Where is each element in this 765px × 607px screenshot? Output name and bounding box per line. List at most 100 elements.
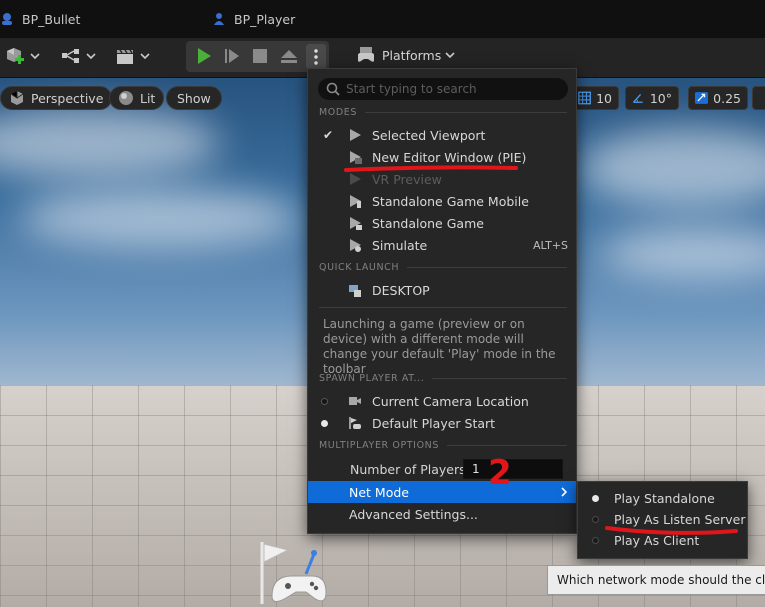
number-of-players-label: Number of Players: [350, 461, 466, 477]
mode-label: Standalone Game Mobile: [372, 193, 529, 209]
section-multiplayer: MULTIPLAYER OPTIONS: [319, 440, 567, 451]
mode-simulate[interactable]: Simulate ALT+S: [308, 234, 576, 256]
number-of-players-row: Number of Players: [308, 458, 576, 480]
mode-selected-viewport[interactable]: ✔ Selected Viewport: [308, 124, 576, 146]
show-button[interactable]: Show: [166, 86, 222, 110]
chevron-down-icon: [30, 53, 40, 60]
net-mode-label: Net Mode: [349, 484, 409, 500]
mode-label: Simulate: [372, 237, 428, 253]
scale-snap-button[interactable]: 0.25: [688, 86, 748, 110]
chevron-down-icon: [86, 53, 96, 60]
radio-off-icon: [592, 516, 599, 523]
add-actor-button[interactable]: [4, 44, 40, 68]
cinematics-button[interactable]: [114, 44, 150, 68]
radio-off-icon: [592, 537, 599, 544]
radio-on-icon: [592, 495, 599, 502]
net-mode-submenu: Play Standalone Play As Listen Server Pl…: [577, 481, 748, 559]
quick-launch-label: DESKTOP: [372, 282, 430, 298]
advanced-settings-label: Advanced Settings...: [349, 506, 478, 522]
camera-speed-button[interactable]: [752, 86, 765, 110]
search-icon: [326, 82, 340, 96]
section-modes: MODES: [319, 107, 567, 118]
spawn-default-player-start[interactable]: Default Player Start: [308, 412, 576, 434]
perspective-button[interactable]: Perspective: [0, 86, 113, 110]
number-of-players-input[interactable]: [463, 459, 563, 479]
add-cube-icon: [7, 48, 24, 64]
more-options-icon: [314, 48, 318, 65]
player-start-actor-icon[interactable]: [258, 536, 328, 606]
net-mode-listen-server[interactable]: Play As Listen Server: [578, 509, 747, 530]
platforms-button[interactable]: Platforms: [356, 43, 455, 67]
gamepad-icon: [358, 47, 374, 62]
tooltip-text: Which network mode should the clients: [557, 573, 765, 587]
viewport-play-icon: [350, 129, 361, 141]
eject-button[interactable]: [278, 46, 300, 66]
spawn-label: Default Player Start: [372, 415, 496, 431]
play-options-button[interactable]: [306, 44, 326, 69]
play-icon: [198, 48, 211, 64]
radio-on-icon: [321, 419, 328, 427]
blueprint-menu-button[interactable]: [60, 44, 96, 68]
play-button[interactable]: [194, 46, 214, 66]
vr-icon: [350, 173, 361, 185]
spawn-current-camera[interactable]: Current Camera Location: [308, 390, 576, 412]
net-mode-play-as-client[interactable]: Play As Client: [578, 530, 747, 551]
view-mode-lit-button[interactable]: Lit: [109, 86, 165, 110]
mode-label: New Editor Window (PIE): [372, 149, 527, 165]
section-label: MULTIPLAYER OPTIONS: [319, 440, 439, 451]
clapperboard-icon: [117, 49, 133, 64]
platforms-label: Platforms: [382, 47, 442, 63]
node-graph-icon: [62, 49, 79, 63]
scale-icon: [695, 92, 709, 104]
tab-label: BP_Bullet: [22, 11, 81, 27]
chevron-right-icon: [561, 487, 568, 497]
grid-snap-button[interactable]: 10: [571, 86, 619, 110]
search-input[interactable]: [346, 82, 568, 96]
check-icon: ✔: [322, 128, 334, 142]
section-spawn: SPAWN PLAYER AT...: [319, 373, 567, 384]
mobile-play-icon: [350, 195, 361, 208]
mode-label: VR Preview: [372, 171, 442, 187]
net-mode-tooltip: Which network mode should the clients: [547, 565, 765, 595]
mode-new-editor-window[interactable]: New Editor Window (PIE): [308, 146, 576, 168]
mode-standalone-mobile[interactable]: Standalone Game Mobile: [308, 190, 576, 212]
menu-search-box[interactable]: [318, 78, 568, 100]
lit-label: Lit: [140, 90, 156, 106]
sphere-icon: [119, 91, 133, 105]
stop-button[interactable]: [250, 46, 270, 66]
net-mode-option-label: Play Standalone: [614, 491, 715, 506]
grid-icon: [578, 91, 591, 105]
section-label: QUICK LAUNCH: [319, 262, 400, 273]
net-mode-option-label: Play As Client: [614, 533, 700, 548]
stop-icon: [253, 49, 267, 63]
section-quick-launch: QUICK LAUNCH: [319, 262, 567, 273]
angle-icon: [632, 94, 643, 103]
net-mode-option-label: Play As Listen Server: [614, 512, 746, 527]
blueprint-icon: [2, 13, 12, 25]
mode-vr-preview: VR Preview: [308, 168, 576, 190]
spawn-label: Current Camera Location: [372, 393, 529, 409]
scale-value: 0.25: [713, 90, 741, 106]
step-frame-button[interactable]: [222, 46, 242, 66]
net-mode-play-standalone[interactable]: Play Standalone: [578, 488, 747, 509]
tab-bp-player[interactable]: BP_Player: [212, 10, 295, 28]
player-start-icon: [349, 417, 361, 429]
shortcut-label: ALT+S: [532, 238, 568, 252]
standalone-play-icon: [350, 217, 362, 230]
tab-bp-bullet[interactable]: BP_Bullet: [0, 10, 80, 28]
window-play-icon: [350, 151, 362, 164]
play-options-menu: MODES ✔ Selected Viewport New Editor Win…: [307, 68, 577, 534]
eject-icon: [281, 50, 297, 63]
grid-value: 10: [596, 90, 612, 106]
mode-standalone-game[interactable]: Standalone Game: [308, 212, 576, 234]
net-mode-menu-item[interactable]: Net Mode: [308, 481, 576, 503]
quick-launch-desktop[interactable]: DESKTOP: [308, 279, 576, 301]
divider: [319, 307, 567, 308]
advanced-settings-item[interactable]: Advanced Settings...: [308, 503, 576, 525]
rotation-snap-button[interactable]: 10°: [625, 86, 679, 110]
mode-label: Selected Viewport: [372, 127, 486, 143]
step-icon: [225, 49, 239, 63]
asset-tab-strip: BP_Bullet BP_Player: [0, 0, 765, 38]
play-mode-hint: Launching a game (preview or on device) …: [323, 317, 556, 376]
radio-off-icon: [321, 397, 328, 405]
